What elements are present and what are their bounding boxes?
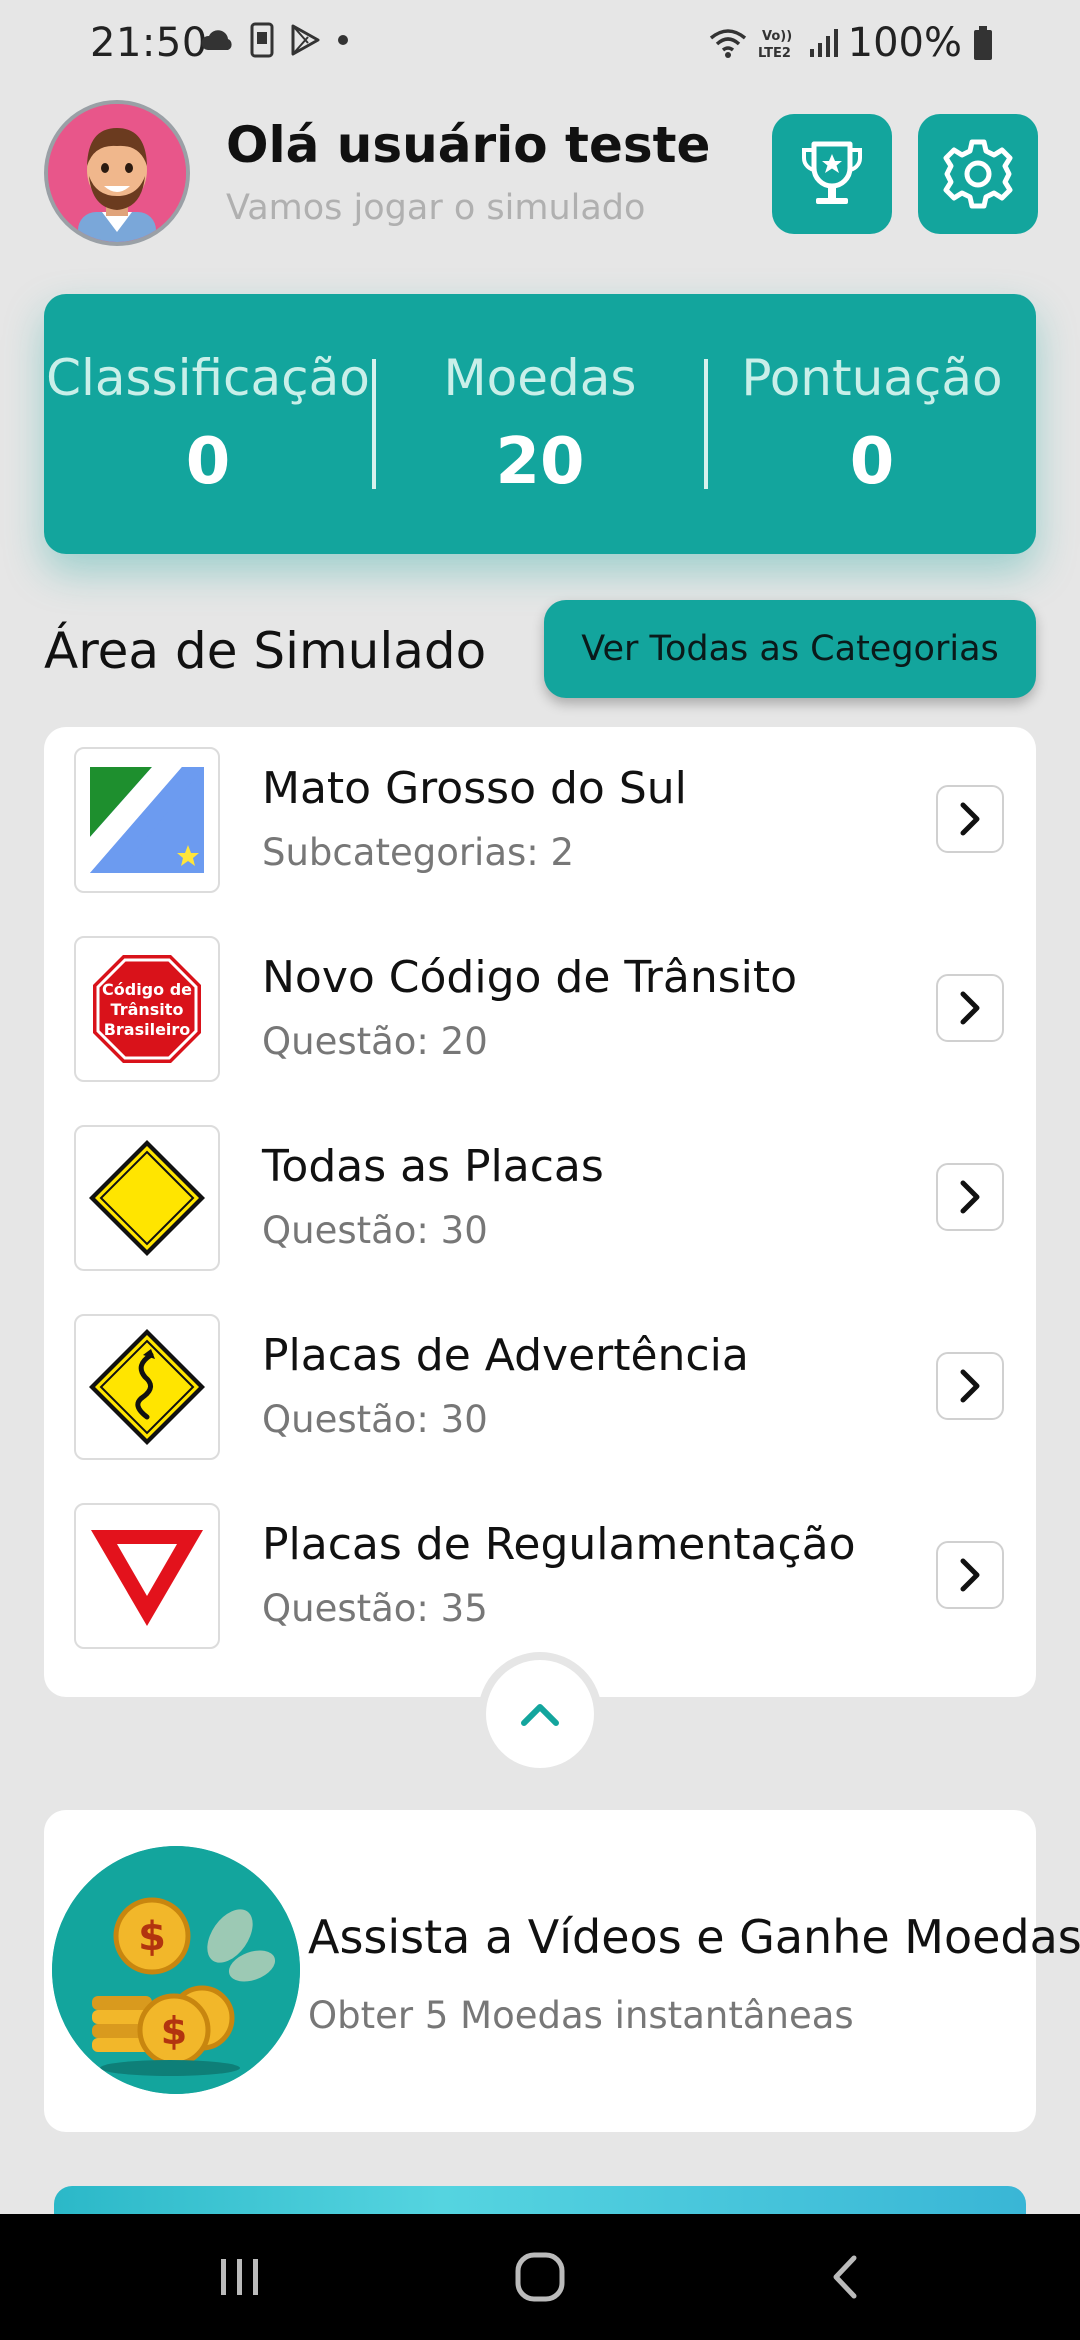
category-title: Placas de Advertência	[262, 1330, 749, 1381]
category-title: Mato Grosso do Sul	[262, 763, 687, 814]
category-thumbnail	[74, 1125, 220, 1271]
stat-value: 0	[185, 425, 231, 499]
battery-icon	[974, 26, 992, 60]
status-icons-right: Vo)) LTE2 100%	[708, 20, 994, 66]
volte-icon: Vo)) LTE2	[758, 29, 792, 60]
trophy-icon	[802, 141, 862, 204]
back-icon	[833, 2255, 857, 2299]
settings-button[interactable]	[918, 114, 1038, 234]
play-store-icon	[291, 24, 320, 56]
stat-label: Moedas	[443, 349, 637, 407]
collapse-list-button[interactable]	[486, 1660, 594, 1768]
stat-score: Pontuação 0	[708, 349, 1036, 499]
svg-text:LTE2: LTE2	[758, 46, 791, 60]
wifi-icon	[709, 29, 746, 58]
category-title: Novo Código de Trânsito	[262, 952, 798, 1003]
category-list: Mato Grosso do Sul Subcategorias: 2 Códi…	[44, 727, 1036, 1697]
list-item[interactable]: Mato Grosso do Sul Subcategorias: 2	[44, 727, 1036, 916]
view-all-categories-button[interactable]: Ver Todas as Categorias	[544, 600, 1036, 698]
list-item[interactable]: Todas as Placas Questão: 30	[44, 1105, 1036, 1294]
phone-icon	[250, 22, 274, 58]
reward-title: Assista a Vídeos e Ganhe Moedas	[308, 1910, 1080, 1964]
category-title: Todas as Placas	[262, 1141, 604, 1192]
chevron-up-icon	[521, 1704, 559, 1726]
chevron-right-icon	[960, 1558, 980, 1592]
home-button[interactable]	[500, 2244, 580, 2310]
open-category-button[interactable]	[936, 1352, 1004, 1420]
winding-road-sign-icon	[89, 1329, 205, 1445]
leaderboard-button[interactable]	[772, 114, 892, 234]
category-thumbnail	[74, 1314, 220, 1460]
open-category-button[interactable]	[936, 974, 1004, 1042]
reward-subtitle: Obter 5 Moedas instantâneas	[308, 1994, 854, 2037]
chevron-right-icon	[960, 991, 980, 1025]
status-time: 21:50	[90, 20, 208, 66]
category-thumbnail: Código de Trânsito Brasileiro	[74, 936, 220, 1082]
list-item[interactable]: Placas de Advertência Questão: 30	[44, 1294, 1036, 1483]
gear-icon	[943, 139, 1013, 209]
stat-label: Pontuação	[741, 349, 1003, 407]
recents-icon	[221, 2259, 258, 2295]
section-title: Área de Simulado	[44, 622, 487, 680]
category-subtitle: Questão: 30	[262, 1398, 488, 1441]
chevron-right-icon	[960, 1180, 980, 1214]
coins-icon: $ $	[52, 1846, 300, 2094]
yield-sign-icon	[91, 1530, 203, 1626]
cloud-icon	[201, 30, 232, 50]
yellow-diamond-sign-icon	[89, 1140, 205, 1256]
chevron-right-icon	[960, 802, 980, 836]
home-icon	[515, 2252, 565, 2302]
stop-sign-icon: Código de Trânsito Brasileiro	[93, 955, 201, 1063]
stat-value: 0	[849, 425, 895, 499]
category-subtitle: Questão: 35	[262, 1587, 488, 1630]
avatar[interactable]	[44, 100, 190, 246]
stat-value: 20	[495, 425, 585, 499]
stat-coins: Moedas 20	[376, 349, 704, 499]
svg-text:Trânsito: Trânsito	[111, 1000, 184, 1019]
greeting-subtitle: Vamos jogar o simulado	[226, 188, 646, 228]
category-thumbnail	[74, 747, 220, 893]
list-item[interactable]: Placas de Regulamentação Questão: 35	[44, 1483, 1036, 1672]
open-category-button[interactable]	[936, 785, 1004, 853]
signal-icon	[809, 29, 838, 57]
greeting-title: Olá usuário teste	[226, 116, 711, 174]
category-subtitle: Questão: 30	[262, 1209, 488, 1252]
recents-button[interactable]	[200, 2244, 280, 2310]
open-category-button[interactable]	[936, 1163, 1004, 1231]
stat-label: Classificação	[46, 349, 370, 407]
back-button[interactable]	[806, 2244, 886, 2310]
stats-card: Classificação 0 Moedas 20 Pontuação 0	[44, 294, 1036, 554]
svg-text:$: $	[138, 1914, 166, 1960]
category-subtitle: Subcategorias: 2	[262, 831, 575, 874]
svg-text:Vo)): Vo))	[762, 29, 792, 44]
svg-text:Código de: Código de	[102, 980, 192, 999]
svg-text:Brasileiro: Brasileiro	[104, 1020, 191, 1039]
list-item[interactable]: Código de Trânsito Brasileiro Novo Códig…	[44, 916, 1036, 1105]
open-category-button[interactable]	[936, 1541, 1004, 1609]
category-subtitle: Questão: 20	[262, 1020, 488, 1063]
status-icons-left	[200, 22, 350, 58]
dot-icon	[338, 35, 348, 45]
watch-videos-card[interactable]: $ $ Assista a Vídeos e Ganhe Moedas Obte…	[44, 1810, 1080, 2132]
stat-ranking: Classificação 0	[44, 349, 372, 499]
system-nav-bar	[0, 2214, 1080, 2340]
svg-text:$: $	[161, 2009, 187, 2053]
ms-flag-icon	[90, 767, 204, 873]
avatar-image	[48, 104, 186, 242]
category-title: Placas de Regulamentação	[262, 1519, 856, 1570]
chevron-right-icon	[960, 1369, 980, 1403]
category-thumbnail	[74, 1503, 220, 1649]
status-bar: 21:50 Vo)) LTE2 100%	[0, 0, 1080, 84]
battery-percent: 100%	[847, 20, 962, 66]
